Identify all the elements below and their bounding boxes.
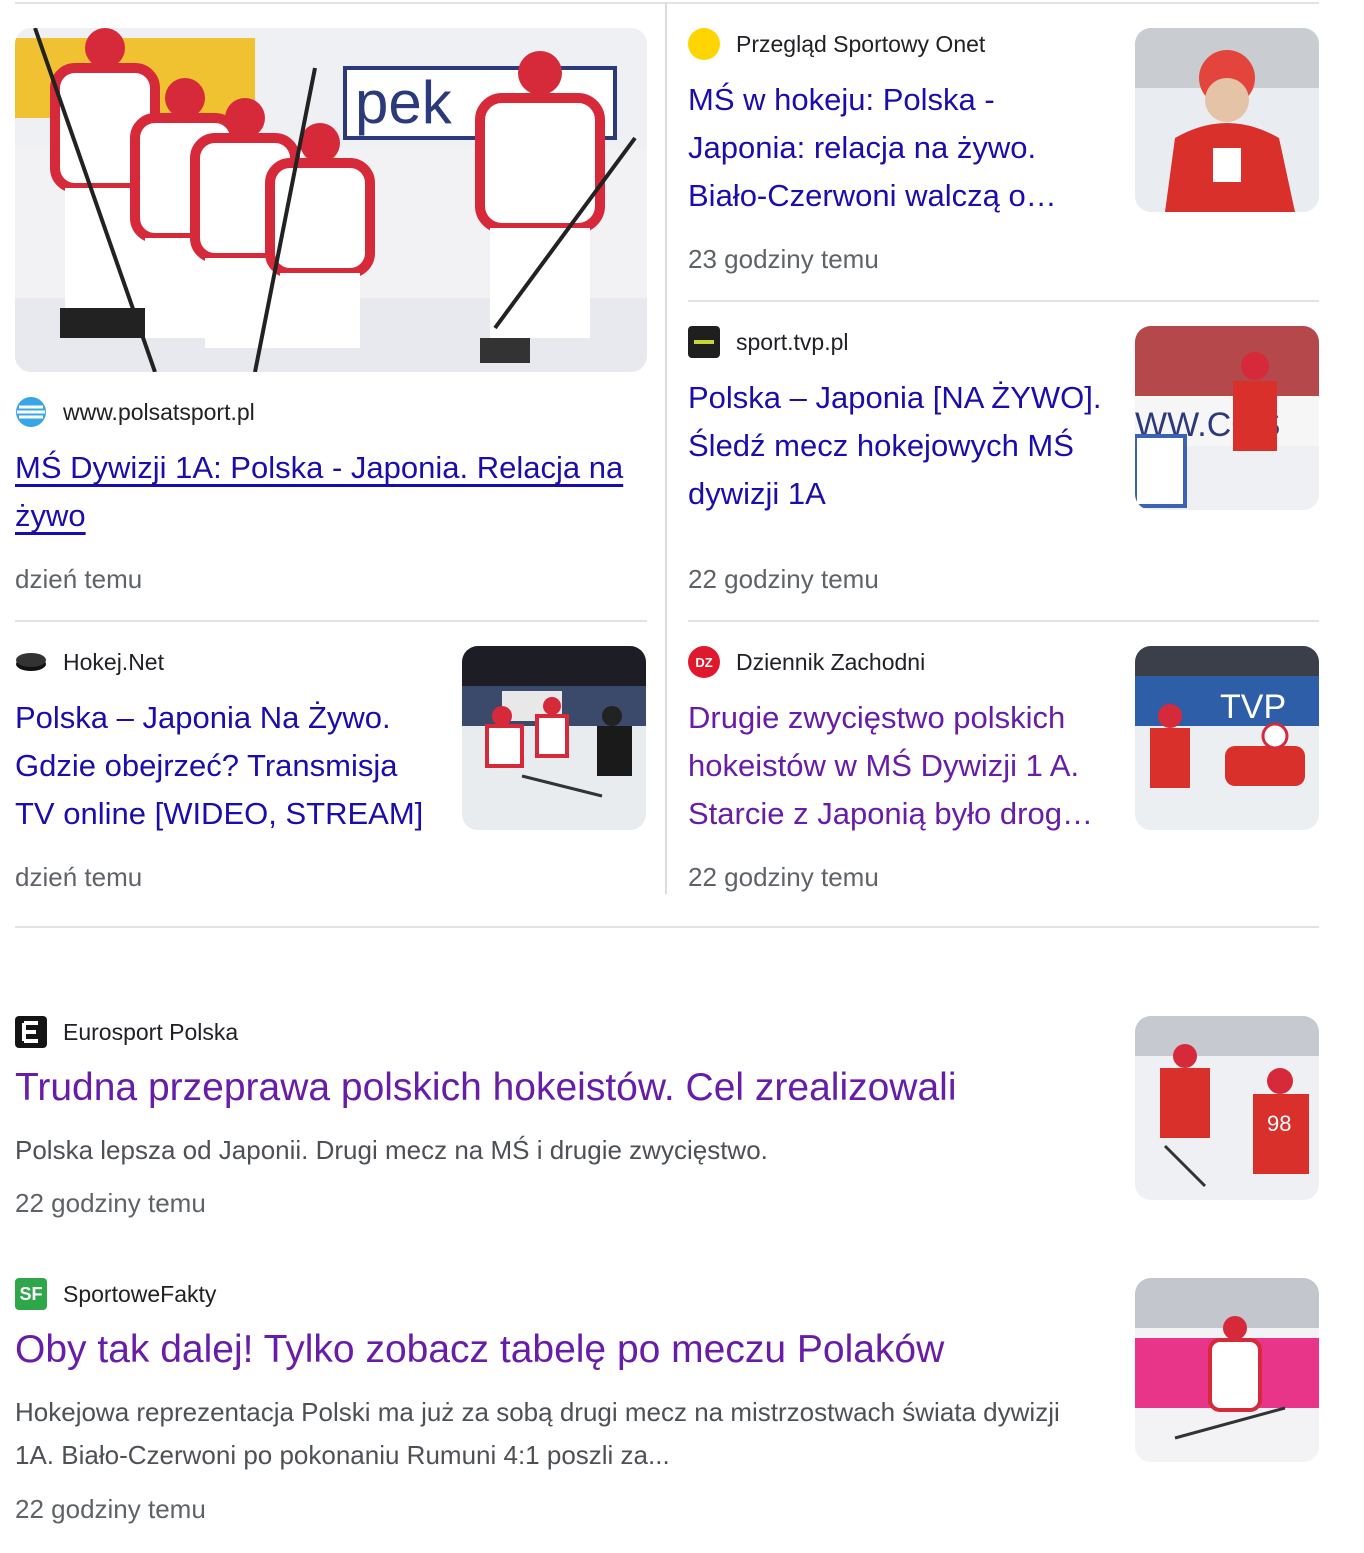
hokej-headline-link[interactable]: Polska – Japonia Na Żywo. Gdzie obejrzeć… [15,694,445,838]
przeglad-source[interactable]: Przegląd Sportowy Onet [688,28,985,60]
sf-logo-icon: SF [15,1278,47,1310]
eurosport-time: 22 godziny temu [15,1188,206,1218]
eurosport-logo-icon [15,1016,47,1048]
column-divider [665,2,667,894]
eurosport-thumbnail[interactable]: 98 [1135,1016,1319,1200]
sf-thumbnail[interactable] [1135,1278,1319,1462]
sf-logo-text: SF [19,1283,43,1304]
tvp-sport-icon [688,326,720,358]
sf-time: 22 godziny temu [15,1494,206,1524]
eurosport-snippet: Polska lepsza od Japonii. Drugi mecz na … [15,1135,768,1165]
sf-snippet: Hokejowa reprezentacja Polski ma już za … [15,1397,1060,1470]
polsat-source[interactable]: www.polsatsport.pl [15,396,255,428]
sf-headline-link[interactable]: Oby tak dalej! Tylko zobacz tabelę po me… [15,1326,944,1374]
dz-logo-text: DZ [695,654,713,670]
right-divider-2 [688,620,1319,622]
polsat-hero-image[interactable]: pek [15,28,647,372]
tvp-time: 22 godziny temu [688,564,879,594]
dziennik-thumbnail[interactable]: TVP [1135,646,1319,830]
eurosport-source[interactable]: Eurosport Polska [15,1016,238,1048]
hokej-thumbnail[interactable] [462,646,646,830]
hockey-puck-icon [15,646,47,678]
hokej-source[interactable]: Hokej.Net [15,646,164,678]
svg-text:98: 98 [1267,1111,1291,1136]
tvp-headline-link[interactable]: Polska – Japonia [NA ŻYWO]. Śledź mecz h… [688,374,1108,518]
hokej-source-name: Hokej.Net [63,648,164,675]
top-divider [15,2,1319,4]
dziennik-source-name: Dziennik Zachodni [736,648,926,675]
tvp-thumbnail[interactable]: WW.COS [1135,326,1319,510]
polsat-time: dzień temu [15,564,143,594]
svg-text:TVP: TVP [1220,688,1286,726]
dziennik-time: 22 godziny temu [688,862,879,892]
right-divider-1 [688,300,1319,302]
hokej-time: dzień temu [15,862,143,892]
svg-text:pek: pek [355,69,453,136]
onet-circle-icon [688,28,720,60]
przeglad-headline-link[interactable]: MŚ w hokeju: Polska - Japonia: relacja n… [688,76,1108,220]
tvp-source-name: sport.tvp.pl [736,328,849,355]
przeglad-time: 23 godziny temu [688,244,879,274]
sf-source-name: SportoweFakty [63,1280,217,1307]
polsat-source-name: www.polsatsport.pl [63,398,255,425]
section-divider [15,926,1319,928]
dz-logo-icon: DZ [688,646,720,678]
tvp-source[interactable]: sport.tvp.pl [688,326,849,358]
dziennik-source[interactable]: DZ Dziennik Zachodni [688,646,925,678]
polsat-headline-link[interactable]: MŚ Dywizji 1A: Polska - Japonia. Relacja… [15,444,655,540]
polsat-globe-icon [15,396,47,428]
left-divider-1 [15,620,647,622]
przeglad-thumbnail[interactable] [1135,28,1319,212]
przeglad-source-name: Przegląd Sportowy Onet [736,30,986,57]
eurosport-headline-link[interactable]: Trudna przeprawa polskich hokeistów. Cel… [15,1064,956,1112]
dziennik-headline-link[interactable]: Drugie zwycięstwo polskich hokeistów w M… [688,694,1112,838]
sf-source[interactable]: SF SportoweFakty [15,1278,216,1310]
eurosport-source-name: Eurosport Polska [63,1018,239,1045]
